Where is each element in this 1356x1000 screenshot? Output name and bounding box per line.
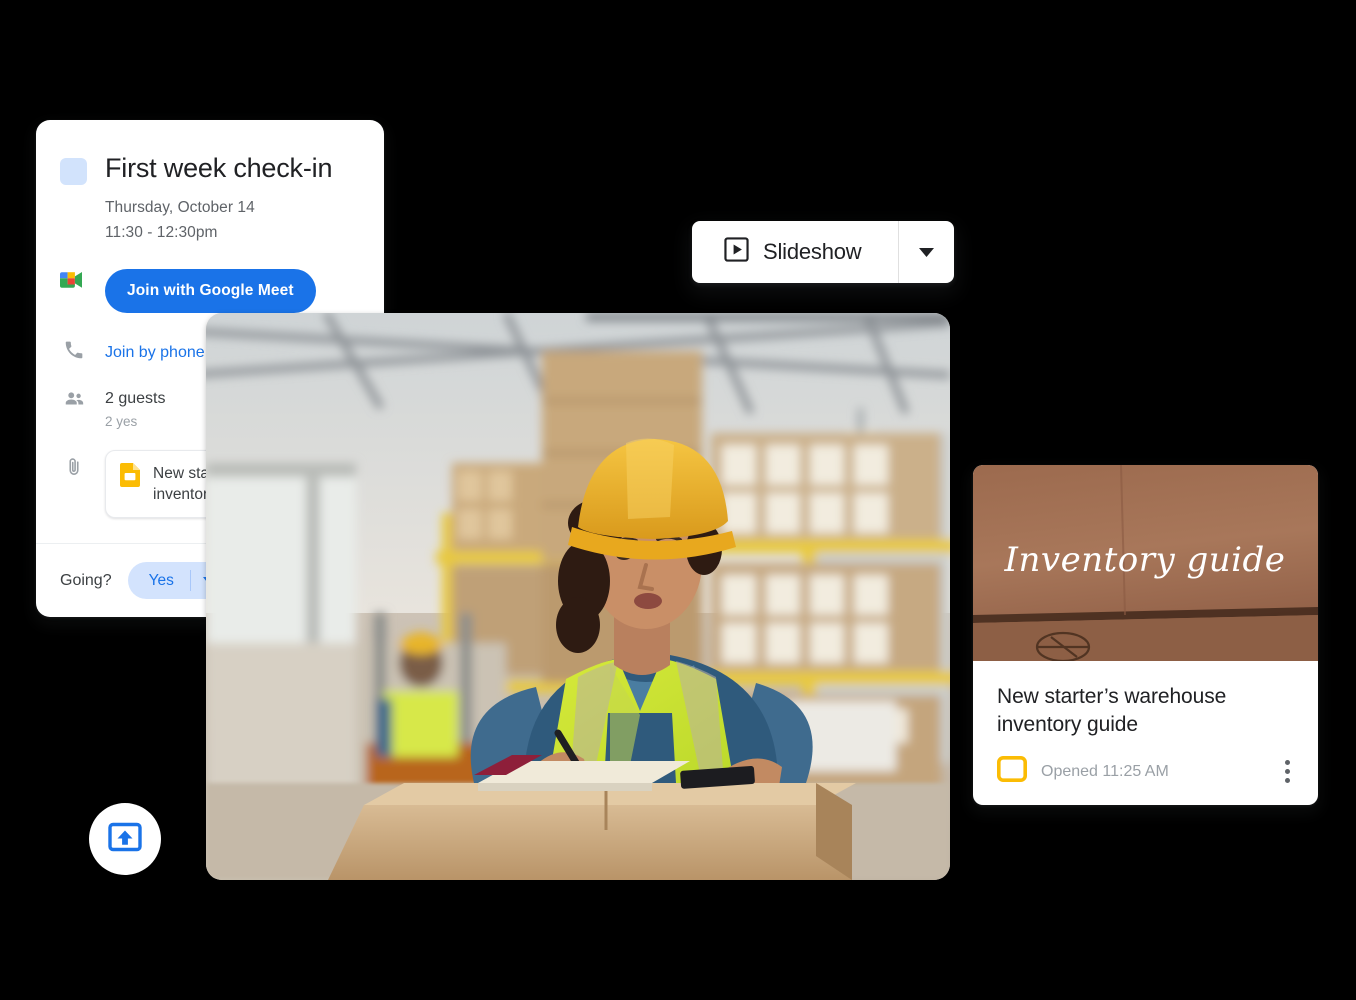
people-icon — [60, 388, 87, 410]
rsvp-yes-label: Yes — [148, 571, 174, 589]
phone-icon — [60, 339, 87, 361]
meet-row: Join with Google Meet — [60, 269, 360, 313]
more-options-icon[interactable] — [1281, 756, 1294, 787]
guests-info: 2 guests 2 yes — [105, 388, 165, 432]
document-thumbnail: Inventory guide — [973, 465, 1318, 661]
slideshow-dropdown-button[interactable] — [898, 221, 954, 283]
join-by-phone-link[interactable]: Join by phone — [105, 339, 205, 366]
event-title-row: First week check-in — [60, 152, 360, 185]
canvas: First week check-in Thursday, October 14… — [0, 0, 1356, 1000]
play-box-icon — [724, 237, 749, 267]
chevron-down-icon — [919, 247, 934, 257]
document-title: New starter’s warehouse inventory guide — [997, 685, 1227, 736]
paperclip-icon — [60, 456, 87, 478]
present-to-screen-icon — [108, 822, 142, 857]
slideshow-button[interactable]: Slideshow — [692, 221, 954, 283]
document-info: New starter’s warehouse inventory guide … — [973, 661, 1318, 787]
thumbnail-handwriting: Inventory guide — [1004, 540, 1286, 580]
slides-app-icon — [996, 755, 1027, 787]
event-color-chip — [60, 158, 87, 185]
slides-file-icon — [120, 463, 140, 492]
document-card[interactable]: Inventory guide New starter’s warehouse … — [973, 465, 1318, 805]
join-with-google-meet-button[interactable]: Join with Google Meet — [105, 269, 316, 313]
slideshow-main-action[interactable]: Slideshow — [692, 221, 898, 283]
guests-count: 2 guests — [105, 390, 166, 407]
rsvp-question: Going? — [60, 571, 112, 589]
present-screen-button[interactable] — [89, 803, 161, 875]
document-opened-time: Opened 11:25 AM — [1041, 762, 1169, 780]
document-meta-row: Opened 11:25 AM — [996, 755, 1294, 787]
page-title: First week check-in — [105, 153, 333, 183]
slideshow-label: Slideshow — [763, 239, 862, 264]
event-date: Thursday, October 14 — [105, 199, 255, 216]
event-time: 11:30 - 12:30pm — [105, 224, 218, 241]
google-meet-icon — [60, 269, 87, 291]
warehouse-photo — [206, 313, 950, 880]
guests-status: 2 yes — [105, 414, 138, 429]
event-datetime: Thursday, October 14 11:30 - 12:30pm — [105, 195, 360, 245]
